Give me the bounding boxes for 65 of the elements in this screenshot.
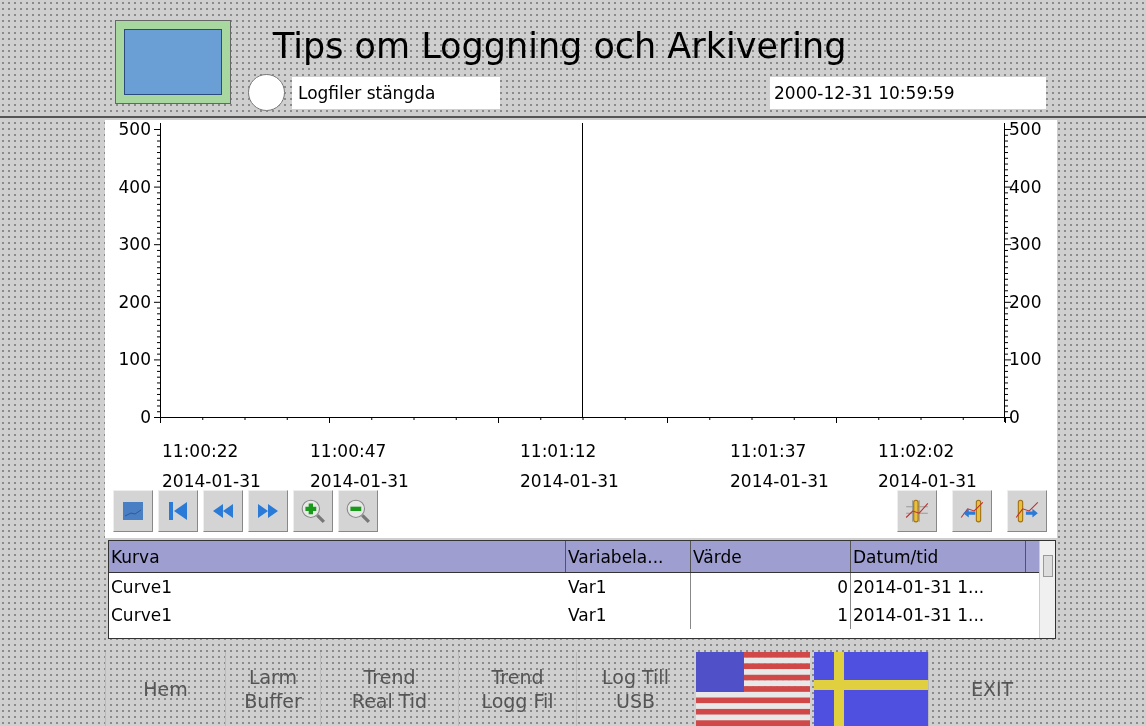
table-cell-text: 2014-01-31 1...	[852, 604, 986, 627]
column-header[interactable]: Värde	[691, 541, 851, 572]
axis-date-label: 2014-01-31	[520, 470, 619, 493]
ruler-left-icon	[959, 498, 985, 524]
skip-to-start-icon	[166, 499, 190, 523]
axis-time-label: 11:00:47	[310, 440, 388, 463]
toolbar-button[interactable]	[293, 490, 333, 532]
ruler-chart-icon	[904, 498, 930, 524]
axis-label: 500	[1009, 118, 1042, 140]
axis-date-label: 2014-01-31	[878, 470, 977, 493]
table-cell-text: 2014-01-31 1...	[852, 576, 986, 599]
axis-label: 100	[1009, 348, 1042, 371]
axis-label: 400	[1009, 175, 1042, 198]
table-cell: 1	[691, 601, 851, 629]
column-header[interactable]: Datum/tid	[851, 541, 1026, 572]
nav-button[interactable]: EXIT	[928, 652, 1055, 726]
toolbar-button[interactable]	[113, 490, 153, 532]
toolbar-button[interactable]	[952, 490, 992, 532]
table-cell-text: Curve1	[110, 604, 173, 627]
nav-button[interactable]: Log Till USB	[576, 652, 694, 726]
toolbar-button[interactable]	[158, 490, 198, 532]
screen-logo-icon	[115, 20, 231, 104]
column-header[interactable]: Kurva	[109, 541, 566, 572]
nav-button[interactable]: Larm Buffer	[225, 652, 320, 726]
toolbar-button[interactable]	[1007, 490, 1047, 532]
toolbar-button[interactable]	[203, 490, 243, 532]
axis-label: 0	[139, 406, 151, 428]
table-cell: Var1	[566, 601, 691, 629]
nav-button[interactable]: Trend Logg Fil	[458, 652, 576, 726]
table-cell: Var1	[566, 573, 691, 601]
swedish-flag-icon	[814, 652, 928, 726]
axis-label: 500	[117, 118, 151, 140]
axis-time-label: 11:00:22	[162, 440, 240, 463]
trend-view-icon	[121, 499, 145, 523]
axis-label: 200	[1009, 290, 1042, 313]
column-header[interactable]: Variabela...	[566, 541, 691, 572]
axis-time-label: 11:01:37	[730, 440, 808, 463]
axis-label: 300	[1009, 233, 1042, 256]
english-language-button[interactable]	[696, 652, 810, 726]
nav-button[interactable]: Trend Real Tid	[320, 652, 458, 726]
table-cell: 0	[691, 573, 851, 601]
zoom-out-icon	[345, 498, 371, 524]
axis-label: 0	[1009, 406, 1020, 428]
log-status-field: Logfiler stängda	[292, 77, 500, 109]
nav-button[interactable]: Hem	[105, 652, 225, 726]
table-cell-text: Curve1	[110, 576, 173, 599]
axis-date-label: 2014-01-31	[310, 470, 409, 493]
scrollbar[interactable]	[1039, 541, 1055, 638]
axis-time-label: 11:01:12	[520, 440, 598, 463]
axis-time-label: 11:02:02	[878, 440, 956, 463]
datetime-field: 2000-12-31 10:59:59	[770, 77, 1046, 109]
axis-label: 300	[117, 233, 151, 256]
toolbar-button[interactable]	[338, 490, 378, 532]
toolbar-button[interactable]	[248, 490, 288, 532]
axis-label: 400	[117, 175, 151, 198]
us-flag-icon	[696, 652, 810, 726]
ruler-right-icon	[1014, 498, 1040, 524]
page-title: Tips om Loggning och Arkivering	[273, 25, 847, 68]
axis-label: 200	[117, 290, 151, 313]
toolbar-button[interactable]	[897, 490, 937, 532]
zoom-in-icon	[300, 498, 326, 524]
axis-date-label: 2014-01-31	[730, 470, 829, 493]
axis-label: 100	[117, 348, 151, 371]
axis-date-label: 2014-01-31	[162, 470, 261, 493]
swedish-language-button[interactable]	[814, 652, 928, 726]
